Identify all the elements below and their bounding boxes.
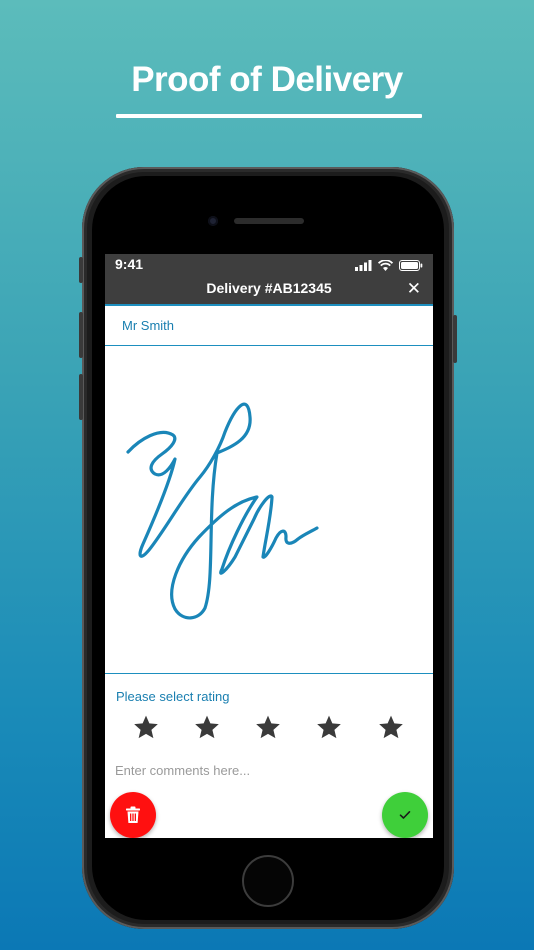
- confirm-button[interactable]: [382, 792, 428, 838]
- status-icons: [355, 258, 423, 272]
- status-bar: 9:41: [105, 254, 433, 276]
- delivery-title: Delivery #AB12345: [206, 280, 332, 296]
- volume-up-button: [79, 312, 83, 358]
- signal-icon: [355, 259, 372, 271]
- headline: Proof of Delivery: [131, 60, 403, 99]
- recipient-name-field[interactable]: [105, 306, 433, 346]
- battery-icon: [399, 259, 423, 271]
- volume-down-button: [79, 374, 83, 420]
- rating-label: Please select rating: [116, 689, 230, 704]
- app-screen: 9:41 Delivery #AB12345 ✕ Mr Smith Please…: [105, 254, 433, 838]
- power-button: [453, 315, 457, 363]
- star-icon[interactable]: [133, 714, 159, 740]
- status-time: 9:41: [115, 256, 144, 272]
- signature-drawing: [126, 402, 319, 620]
- rating-stars: [105, 714, 433, 746]
- signature-pad[interactable]: [105, 347, 433, 674]
- star-icon[interactable]: [316, 714, 342, 740]
- comments-input[interactable]: [115, 759, 415, 781]
- earpiece-speaker: [234, 218, 304, 224]
- delete-button[interactable]: [110, 792, 156, 838]
- star-icon[interactable]: [378, 714, 404, 740]
- signature-stroke: [126, 402, 319, 620]
- front-camera: [208, 216, 218, 226]
- star-icon[interactable]: [194, 714, 220, 740]
- home-button[interactable]: [242, 855, 294, 907]
- check-icon: [399, 811, 411, 819]
- wifi-icon: [378, 259, 393, 271]
- close-icon[interactable]: ✕: [407, 279, 421, 299]
- nav-bar: Delivery #AB12345 ✕: [105, 276, 433, 306]
- mute-switch: [79, 257, 83, 283]
- star-icon[interactable]: [255, 714, 281, 740]
- trash-icon: [126, 806, 140, 823]
- headline-underline: [116, 114, 422, 118]
